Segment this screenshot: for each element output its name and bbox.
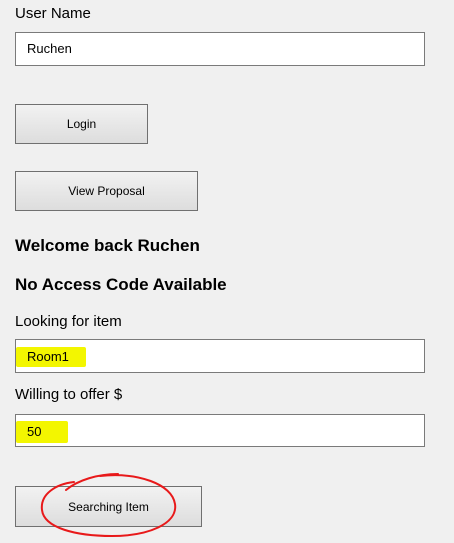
offer-amount-value: 50 <box>27 424 42 439</box>
login-button[interactable]: Login <box>15 104 148 144</box>
offer-label: Willing to offer $ <box>15 386 123 403</box>
username-label: User Name <box>15 5 91 22</box>
text-highlight <box>16 421 68 443</box>
username-field-value: Ruchen <box>27 41 72 56</box>
searching-item-button[interactable]: Searching Item <box>15 486 202 527</box>
view-proposal-button[interactable]: View Proposal <box>15 171 198 211</box>
username-field[interactable]: Ruchen <box>15 32 425 66</box>
looking-for-item-field[interactable]: Room1 <box>15 339 425 373</box>
welcome-heading: Welcome back Ruchen <box>15 236 200 255</box>
offer-amount-field[interactable]: 50 <box>15 414 425 447</box>
looking-for-item-value: Room1 <box>27 349 69 364</box>
looking-for-item-label: Looking for item <box>15 313 122 330</box>
access-code-heading: No Access Code Available <box>15 275 227 294</box>
